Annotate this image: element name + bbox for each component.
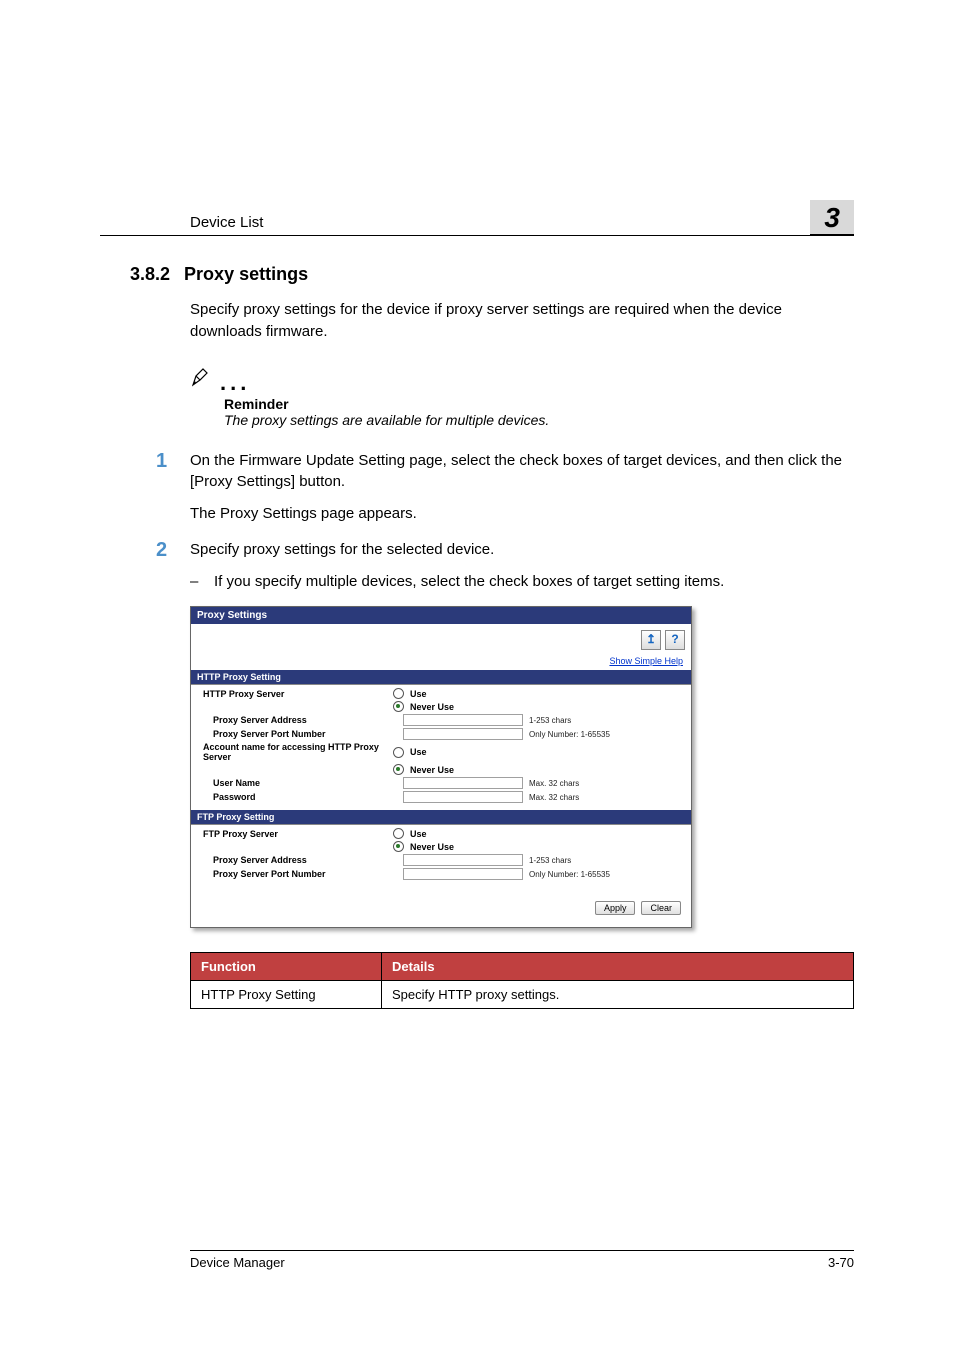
ftp-addr-label: Proxy Server Address [199,855,403,865]
dash-icon: – [190,571,200,593]
step-text: On the Firmware Update Setting page, sel… [190,450,854,494]
step-1: 1 On the Firmware Update Setting page, s… [190,450,854,525]
http-addr-label: Proxy Server Address [199,715,403,725]
footer-left: Device Manager [190,1255,285,1270]
http-acct-use-radio[interactable] [393,747,404,758]
function-details-table: Function Details HTTP Proxy Setting Spec… [190,952,854,1009]
ftp-never-use-label: Never Use [410,842,454,852]
ftp-use-radio[interactable] [393,828,404,839]
http-user-hint: Max. 32 chars [529,779,629,788]
section-heading: 3.8.2 Proxy settings [130,264,854,285]
http-addr-input[interactable] [403,714,523,726]
ftp-proxy-server-label: FTP Proxy Server [199,829,393,839]
http-pass-label: Password [199,792,403,802]
http-user-label: User Name [199,778,403,788]
table-row: HTTP Proxy Setting Specify HTTP proxy se… [191,981,854,1009]
pencil-icon [190,365,214,394]
http-use-label: Use [410,689,427,699]
help-icon[interactable]: ? [665,630,685,650]
table-cell-function: HTTP Proxy Setting [191,981,382,1009]
section-intro: Specify proxy settings for the device if… [190,299,854,343]
http-port-label: Proxy Server Port Number [199,729,403,739]
section-title: Proxy settings [184,264,308,285]
http-use-radio[interactable] [393,688,404,699]
ftp-addr-hint: 1-253 chars [529,856,629,865]
apply-button[interactable]: Apply [595,901,636,915]
back-arrow-icon[interactable]: ↥ [641,630,661,650]
ftp-port-hint: Only Number: 1-65535 [529,870,629,879]
http-user-input[interactable] [403,777,523,789]
reminder-block: ... Reminder The proxy settings are avai… [190,365,854,428]
http-addr-hint: 1-253 chars [529,716,629,725]
table-header-details: Details [382,953,854,981]
http-section-bar: HTTP Proxy Setting [191,670,691,685]
section-number: 3.8.2 [130,264,170,285]
http-acct-label: Account name for accessing HTTP Proxy Se… [199,742,393,762]
table-header-function: Function [191,953,382,981]
proxy-settings-screenshot: Proxy Settings ↥ ? Show Simple Help HTTP… [190,606,692,928]
footer-right: 3-70 [828,1255,854,1270]
running-header: Device List [100,214,263,235]
http-port-hint: Only Number: 1-65535 [529,730,629,739]
http-port-input[interactable] [403,728,523,740]
dialog-title: Proxy Settings [191,607,691,624]
http-pass-hint: Max. 32 chars [529,793,629,802]
chapter-number-chip: 3 [810,200,854,236]
step-number: 1 [156,450,172,525]
table-cell-details: Specify HTTP proxy settings. [382,981,854,1009]
step-sub-text: If you specify multiple devices, select … [214,571,724,593]
step-text: Specify proxy settings for the selected … [190,539,854,561]
http-never-use-radio[interactable] [393,701,404,712]
http-acct-use-label: Use [410,747,427,757]
http-pass-input[interactable] [403,791,523,803]
show-simple-help-link[interactable]: Show Simple Help [191,656,691,670]
ftp-port-input[interactable] [403,868,523,880]
ftp-never-use-radio[interactable] [393,841,404,852]
step-number: 2 [156,539,172,593]
clear-button[interactable]: Clear [641,901,681,915]
ellipsis-icon: ... [220,372,250,394]
ftp-use-label: Use [410,829,427,839]
step-2: 2 Specify proxy settings for the selecte… [190,539,854,593]
reminder-label: Reminder [224,396,854,412]
http-proxy-server-label: HTTP Proxy Server [199,689,393,699]
ftp-port-label: Proxy Server Port Number [199,869,403,879]
ftp-addr-input[interactable] [403,854,523,866]
reminder-text: The proxy settings are available for mul… [224,412,854,428]
http-never-use-label: Never Use [410,702,454,712]
http-acct-never-label: Never Use [410,765,454,775]
step-after: The Proxy Settings page appears. [190,503,854,525]
ftp-section-bar: FTP Proxy Setting [191,810,691,825]
http-acct-never-radio[interactable] [393,764,404,775]
